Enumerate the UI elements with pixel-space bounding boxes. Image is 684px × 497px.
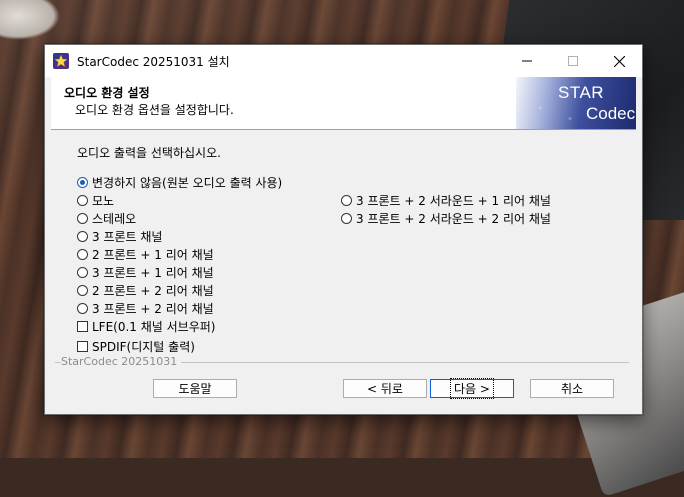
radio-label: 스테레오 — [92, 212, 137, 226]
radio-option-stereo[interactable]: 스테레오 — [77, 210, 136, 227]
close-button[interactable] — [596, 45, 642, 77]
radio-label: 3 프론트 + 2 서라운드 + 2 리어 채널 — [356, 212, 551, 226]
starcodec-app-icon — [53, 53, 69, 69]
radio-option-3-front[interactable]: 3 프론트 채널 — [77, 228, 162, 245]
radio-icon[interactable] — [77, 213, 88, 224]
radio-selected-icon[interactable] — [77, 177, 88, 188]
content-area: 오디오 출력을 선택하십시오. 변경하지 않음(원본 오디오 출력 사용) 모노… — [51, 130, 636, 408]
radio-icon[interactable] — [341, 195, 352, 206]
back-button[interactable]: < 뒤로 — [343, 379, 427, 398]
checkbox-label: LFE(0.1 채널 서브우퍼) — [92, 320, 216, 334]
maximize-icon — [568, 56, 578, 66]
next-button[interactable]: 다음 > — [430, 378, 514, 399]
radio-option-mono[interactable]: 모노 — [77, 192, 114, 209]
radio-label: 3 프론트 + 2 서라운드 + 1 리어 채널 — [356, 194, 551, 208]
page-header: 오디오 환경 설정 오디오 환경 옵션을 설정합니다. STAR Codec — [51, 77, 636, 130]
radio-icon[interactable] — [341, 213, 352, 224]
radio-label: 2 프론트 + 2 리어 채널 — [92, 284, 214, 298]
radio-option-3f-2s-2r[interactable]: 3 프론트 + 2 서라운드 + 2 리어 채널 — [341, 210, 551, 227]
radio-icon[interactable] — [77, 303, 88, 314]
help-button-label: 도움말 — [178, 382, 212, 396]
cancel-button-label: 취소 — [560, 382, 584, 396]
page-subtitle: 오디오 환경 옵션을 설정합니다. — [75, 103, 234, 117]
radio-option-2f-1r[interactable]: 2 프론트 + 1 리어 채널 — [77, 246, 214, 263]
starcodec-banner-logo: STAR Codec — [516, 77, 636, 129]
radio-option-3f-2r[interactable]: 3 프론트 + 2 리어 채널 — [77, 300, 214, 317]
page-title: 오디오 환경 설정 — [64, 86, 150, 100]
checkbox-icon[interactable] — [77, 341, 88, 352]
title-bar[interactable]: StarCodec 20251031 설치 — [45, 45, 642, 77]
radio-option-3f-2s-1r[interactable]: 3 프론트 + 2 서라운드 + 1 리어 채널 — [341, 192, 551, 209]
back-button-label: < 뒤로 — [367, 382, 403, 396]
radio-label: 3 프론트 + 2 리어 채널 — [92, 302, 214, 316]
minimize-button[interactable] — [504, 45, 550, 77]
checkbox-spdif[interactable]: SPDIF(디지털 출력) — [77, 338, 195, 355]
minimize-icon — [522, 60, 532, 62]
checkbox-label: SPDIF(디지털 출력) — [92, 340, 195, 354]
audio-output-prompt: 오디오 출력을 선택하십시오. — [77, 146, 221, 160]
radio-icon[interactable] — [77, 195, 88, 206]
radio-label: 모노 — [92, 194, 115, 208]
radio-label: 3 프론트 + 1 리어 채널 — [92, 266, 214, 280]
radio-option-2f-2r[interactable]: 2 프론트 + 2 리어 채널 — [77, 282, 214, 299]
radio-option-unchanged[interactable]: 변경하지 않음(원본 오디오 출력 사용) — [77, 174, 282, 191]
footer-brand-label: StarCodec 20251031 — [61, 355, 182, 368]
banner-line2: Codec — [586, 104, 636, 123]
window-title: StarCodec 20251031 설치 — [77, 55, 230, 69]
radio-option-3f-1r[interactable]: 3 프론트 + 1 리어 채널 — [77, 264, 214, 281]
radio-icon[interactable] — [77, 231, 88, 242]
next-button-label: 다음 > — [450, 378, 494, 399]
installer-window: StarCodec 20251031 설치 오디오 환경 설정 오디오 환경 옵… — [44, 44, 643, 415]
checkbox-lfe[interactable]: LFE(0.1 채널 서브우퍼) — [77, 318, 216, 335]
help-button[interactable]: 도움말 — [153, 379, 237, 398]
radio-icon[interactable] — [77, 285, 88, 296]
radio-label: 변경하지 않음(원본 오디오 출력 사용) — [92, 176, 283, 190]
maximize-button[interactable] — [550, 45, 596, 77]
desktop-object — [0, 0, 60, 40]
checkbox-icon[interactable] — [77, 321, 88, 332]
radio-icon[interactable] — [77, 249, 88, 260]
close-icon — [613, 55, 625, 67]
banner-line1: STAR — [558, 83, 605, 102]
cancel-button[interactable]: 취소 — [530, 379, 614, 398]
radio-label: 3 프론트 채널 — [92, 230, 163, 244]
radio-label: 2 프론트 + 1 리어 채널 — [92, 248, 214, 262]
radio-icon[interactable] — [77, 267, 88, 278]
